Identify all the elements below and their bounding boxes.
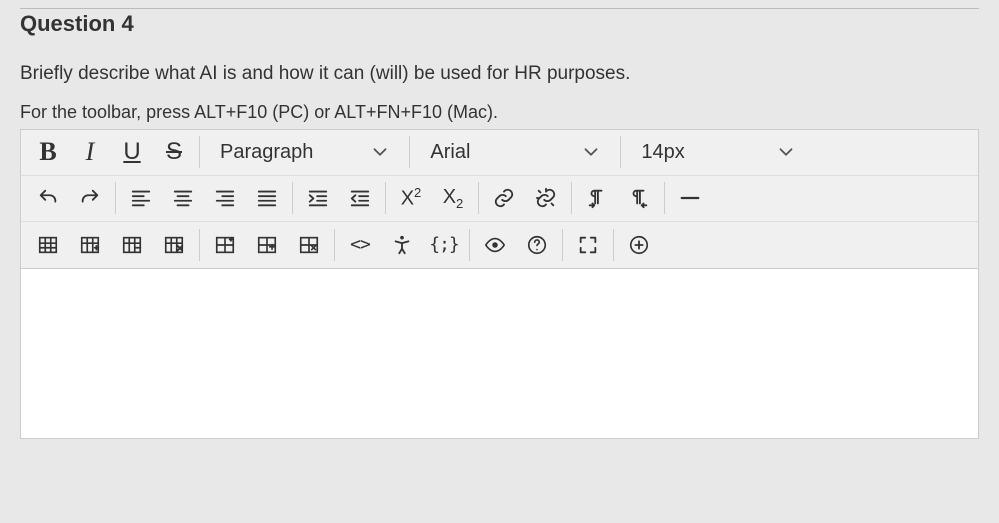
toolbar-row-3: <> {;} [21, 222, 978, 268]
separator [292, 182, 293, 214]
redo-icon [79, 187, 101, 209]
insert-media-button[interactable] [204, 224, 246, 266]
hr-icon [679, 187, 701, 209]
help-button[interactable] [516, 224, 558, 266]
toolbar-row-2: X2 X2 [21, 176, 978, 222]
align-right-button[interactable] [204, 177, 246, 219]
preview-button[interactable] [474, 224, 516, 266]
separator [571, 182, 572, 214]
table-row-add-button[interactable] [69, 224, 111, 266]
font-size-label: 14px [641, 141, 684, 164]
fullscreen-icon [577, 234, 599, 256]
question-title: Question 4 [20, 8, 979, 37]
code-label: <> [350, 234, 370, 255]
font-family-label: Arial [430, 141, 470, 164]
help-icon [526, 234, 548, 256]
separator [478, 182, 479, 214]
separator [115, 182, 116, 214]
table-row-add-icon [79, 234, 101, 256]
underline-button[interactable]: U [111, 131, 153, 173]
indent-icon [307, 187, 329, 209]
toolbar-row-1: B I U S Paragraph Arial 14px [21, 130, 978, 176]
font-size-select[interactable]: 14px [625, 131, 810, 173]
fullscreen-button[interactable] [567, 224, 609, 266]
separator [409, 136, 410, 168]
rich-text-toolbar: B I U S Paragraph Arial 14px [20, 129, 979, 269]
align-center-icon [172, 187, 194, 209]
table-icon [37, 234, 59, 256]
braces-label: {;} [429, 234, 459, 255]
rtl-button[interactable] [618, 177, 660, 219]
separator [334, 229, 335, 261]
separator [385, 182, 386, 214]
image-grid-plus-icon [256, 234, 278, 256]
link-icon [493, 187, 515, 209]
align-left-icon [130, 187, 152, 209]
ltr-icon [586, 187, 608, 209]
add-content-button[interactable] [618, 224, 660, 266]
superscript-button[interactable]: X2 [390, 177, 432, 219]
question-prompt: Briefly describe what AI is and how it c… [20, 61, 979, 88]
code-sample-button[interactable]: <> [339, 224, 381, 266]
table-delete-button[interactable] [153, 224, 195, 266]
accessibility-button[interactable] [381, 224, 423, 266]
accessibility-icon [391, 234, 413, 256]
editor-content-area[interactable] [20, 269, 979, 439]
hr-button[interactable] [669, 177, 711, 219]
image-grid-x-icon [298, 234, 320, 256]
strikethrough-button[interactable]: S [153, 131, 195, 173]
subscript-label: X2 [443, 186, 464, 211]
remove-image-button[interactable] [288, 224, 330, 266]
align-left-button[interactable] [120, 177, 162, 219]
align-justify-button[interactable] [246, 177, 288, 219]
media-grid-icon [214, 234, 236, 256]
align-right-icon [214, 187, 236, 209]
insert-image-button[interactable] [246, 224, 288, 266]
ltr-button[interactable] [576, 177, 618, 219]
indent-button[interactable] [297, 177, 339, 219]
table-delete-icon [163, 234, 185, 256]
superscript-label: X2 [401, 185, 422, 211]
chevron-down-icon [580, 141, 602, 163]
italic-button[interactable]: I [69, 131, 111, 173]
outdent-icon [349, 187, 371, 209]
table-row-delete-button[interactable] [111, 224, 153, 266]
rtl-icon [628, 187, 650, 209]
separator [469, 229, 470, 261]
separator [199, 229, 200, 261]
chevron-down-icon [775, 141, 797, 163]
plus-circle-icon [628, 234, 650, 256]
align-center-button[interactable] [162, 177, 204, 219]
insert-code-button[interactable]: {;} [423, 224, 465, 266]
separator [613, 229, 614, 261]
font-family-select[interactable]: Arial [414, 131, 616, 173]
unlink-icon [535, 187, 557, 209]
subscript-button[interactable]: X2 [432, 177, 474, 219]
unlink-button[interactable] [525, 177, 567, 219]
separator [664, 182, 665, 214]
bold-button[interactable]: B [27, 131, 69, 173]
align-justify-icon [256, 187, 278, 209]
block-format-select[interactable]: Paragraph [204, 131, 405, 173]
eye-icon [484, 234, 506, 256]
insert-table-button[interactable] [27, 224, 69, 266]
toolbar-hint: For the toolbar, press ALT+F10 (PC) or A… [20, 102, 979, 123]
chevron-down-icon [369, 141, 391, 163]
separator [199, 136, 200, 168]
link-button[interactable] [483, 177, 525, 219]
block-format-label: Paragraph [220, 141, 313, 164]
redo-button[interactable] [69, 177, 111, 219]
undo-icon [37, 187, 59, 209]
undo-button[interactable] [27, 177, 69, 219]
table-row-delete-icon [121, 234, 143, 256]
separator [562, 229, 563, 261]
separator [620, 136, 621, 168]
outdent-button[interactable] [339, 177, 381, 219]
